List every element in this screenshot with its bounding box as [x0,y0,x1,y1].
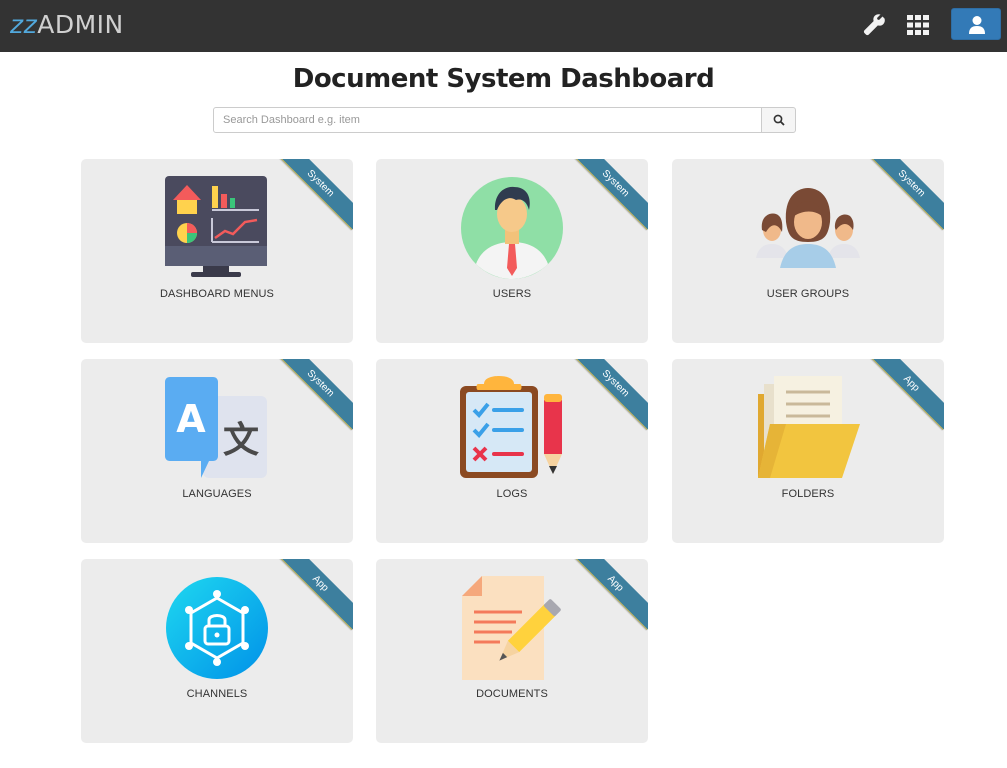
network-lock-icon [166,577,268,679]
tile-ribbon: System [274,359,353,430]
tile-label: DASHBOARD MENUS [160,288,274,300]
user-group-icon [756,188,860,268]
tile-ribbon: App [569,559,648,630]
svg-text:A: A [176,397,206,441]
dashboard-monitor-icon [165,176,267,277]
tile-ribbon: System [865,159,944,230]
tile-ribbon: System [569,159,648,230]
tile-label: CHANNELS [186,688,248,700]
folder-icon [758,376,860,478]
tile-ribbon: App [274,559,353,630]
tile-users[interactable]: System USERS [376,159,648,343]
tile-ribbon: System [274,159,353,230]
search-button[interactable] [761,107,796,133]
tile-channels[interactable]: App CHANNELS [81,559,353,743]
translate-icon: A 文 [165,377,267,478]
page-title: Document System Dashboard [292,64,715,94]
logo-mark: zz [10,10,38,39]
tile-dashboard-menus[interactable]: System DASHBOARD MENUS [81,159,353,343]
tile-ribbon: App [865,359,944,430]
tile-ribbon: System [569,359,648,430]
tile-logs[interactable]: System LOGS [376,359,648,543]
user-menu-button[interactable] [951,8,1001,40]
tile-label: USER GROUPS [766,288,850,300]
tile-folders[interactable]: App FOLDERS [672,359,944,543]
tile-label: FOLDERS [781,488,835,500]
tile-label: DOCUMENTS [476,688,548,700]
document-edit-icon [462,576,561,680]
tile-user-groups[interactable]: System USER GROUPS [672,159,944,343]
user-icon [969,16,985,34]
wrench-icon[interactable] [862,13,886,37]
checklist-icon [460,376,562,478]
app-logo[interactable]: zzADMIN [10,10,124,40]
search-input[interactable] [213,107,762,133]
tile-label: USERS [492,288,532,300]
tile-documents[interactable]: App DOCUMENTS [376,559,648,743]
tile-label: LANGUAGES [182,488,252,500]
search-icon [773,114,785,126]
grid-icon[interactable] [906,14,930,36]
top-navbar: zzADMIN [0,0,1007,52]
logo-text: ADMIN [37,10,124,39]
user-avatar-icon [461,177,563,279]
tile-languages[interactable]: System A 文 LANGUAGES [81,359,353,543]
tile-label: LOGS [496,488,528,500]
svg-text:文: 文 [223,420,259,461]
